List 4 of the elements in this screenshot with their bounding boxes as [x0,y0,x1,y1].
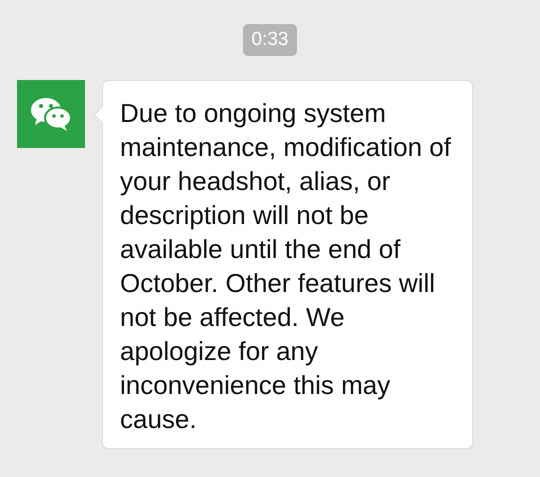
chat-bubbles-icon [29,96,73,132]
timestamp: 0:33 [242,24,298,56]
avatar[interactable] [17,80,85,148]
message-text: Due to ongoing system maintenance, modification of your headshot, alias, or description will not be available until the end of October. Other features will not be affected. We apologize for any inconvenience this may cause. [120,97,452,436]
